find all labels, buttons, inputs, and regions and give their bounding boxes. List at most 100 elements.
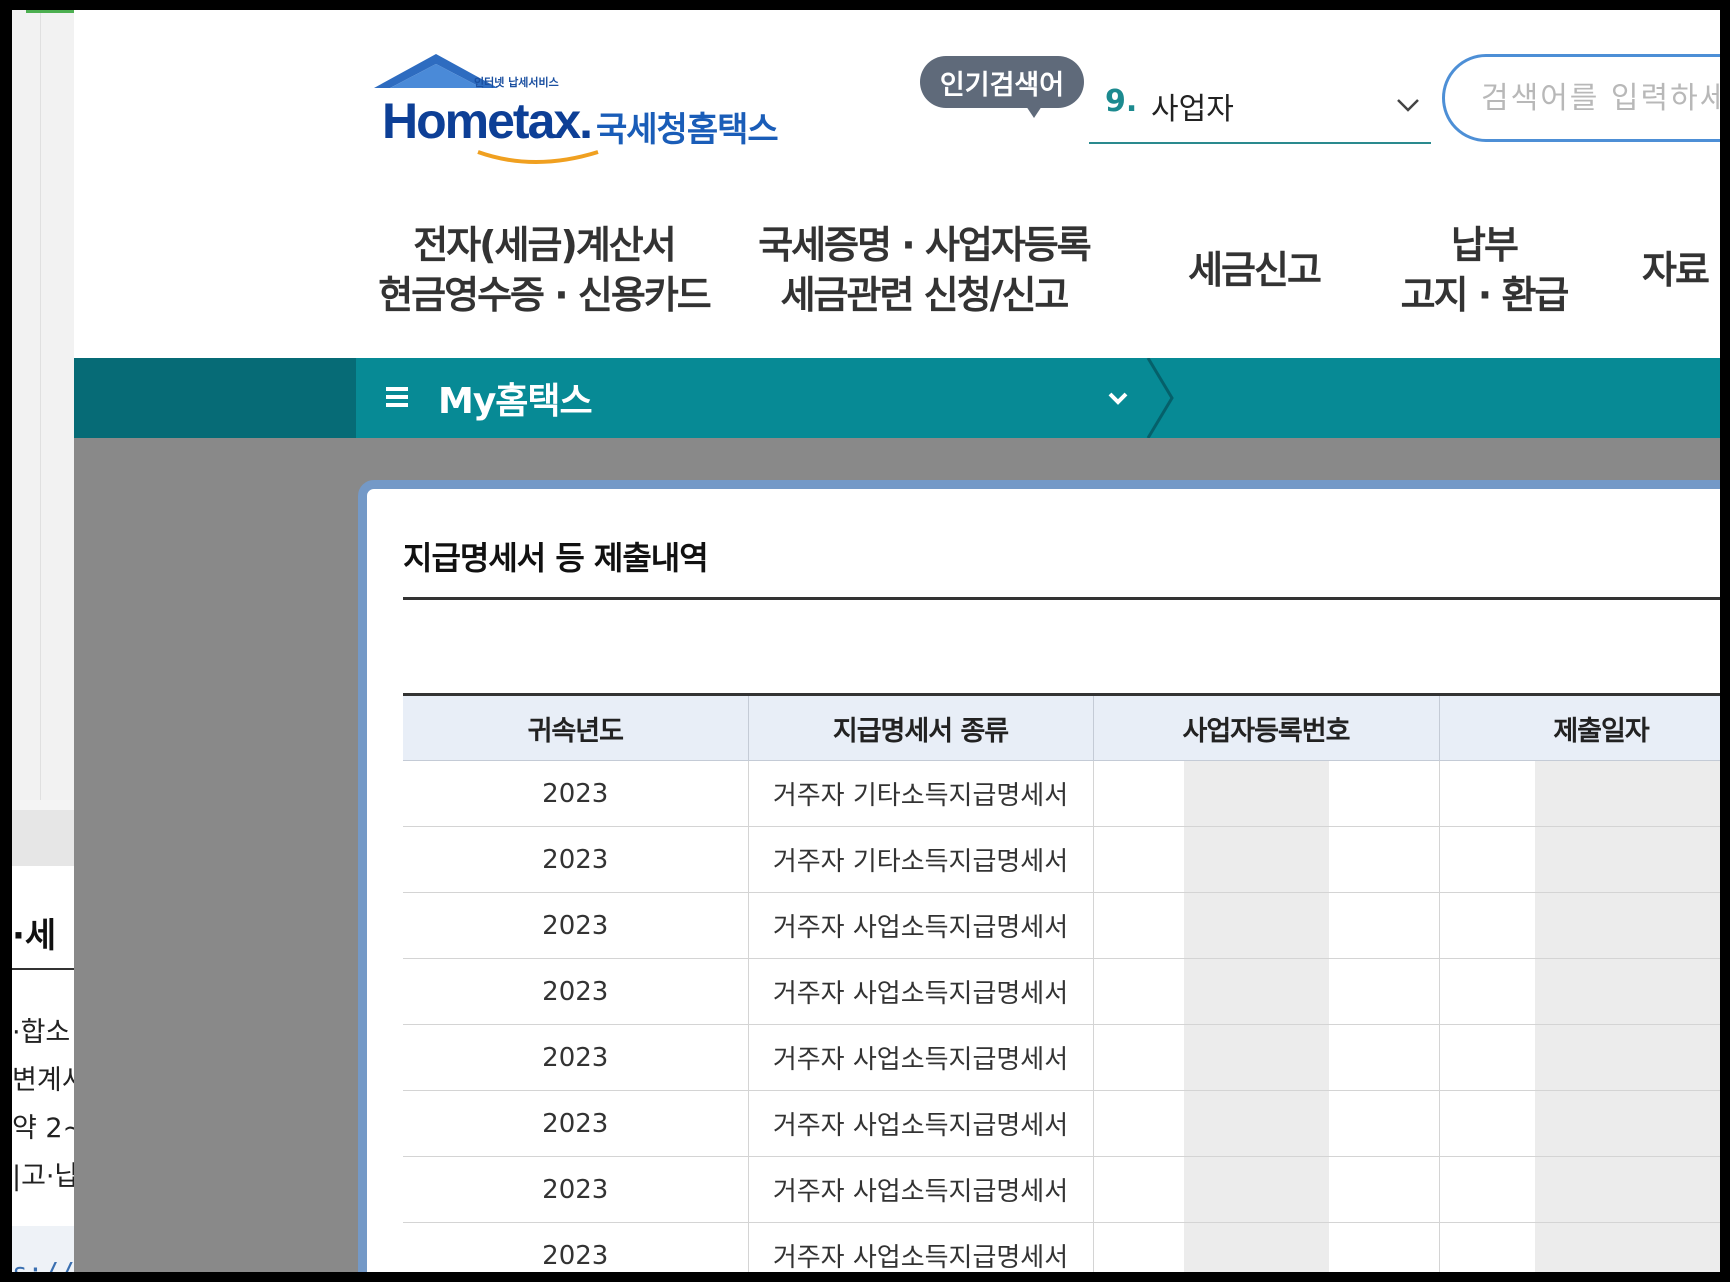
nav-item-certificates[interactable]: 국세증명 · 사업자등록 세금관련 신청/신고: [734, 220, 1114, 320]
cell-year: 2023: [403, 1090, 749, 1157]
table-header-row: 귀속년도 지급명세서 종류 사업자등록번호 제출일자: [403, 693, 1720, 761]
cell-year: 2023: [403, 760, 749, 827]
column-header-business-reg-number: 사업자등록번호: [1093, 693, 1440, 761]
table-row[interactable]: 2023 거주자 사업소득지급명세서: [403, 1222, 1720, 1272]
nav-item-payment[interactable]: 납부 고지 · 환급: [1374, 220, 1594, 320]
redaction-blur: [1183, 959, 1329, 1024]
redaction-blur: [1534, 827, 1720, 892]
table-row[interactable]: 2023 거주자 사업소득지급명세서: [403, 1090, 1720, 1157]
cell-statement-type: 거주자 기타소득지급명세서: [748, 760, 1094, 827]
menu-bar-shade: [74, 358, 356, 438]
cell-business-reg-number-redacted: [1093, 892, 1440, 959]
cell-business-reg-number-redacted: [1093, 1156, 1440, 1223]
background-heading-rule: [12, 968, 74, 970]
hamburger-menu-icon[interactable]: [384, 382, 412, 412]
background-panel: [12, 10, 74, 800]
redaction-blur: [1534, 959, 1720, 1024]
redaction-blur: [1534, 1223, 1720, 1272]
nav-item-label: 전자(세금)계산서: [413, 223, 676, 267]
nav-item-label: 고지 · 환급: [1400, 273, 1570, 317]
chevron-down-icon[interactable]: [1104, 384, 1132, 412]
screenshot-viewport: ·세 ·합소 변계서 약 2~ |고·납 s://v 인터넷 납세서비스 Hom…: [0, 0, 1730, 1282]
redaction-blur: [1183, 827, 1329, 892]
nav-item-tax-filing[interactable]: 세금신고: [1154, 245, 1354, 295]
cell-business-reg-number-redacted: [1093, 826, 1440, 893]
redaction-blur: [1183, 1157, 1329, 1222]
cell-business-reg-number-redacted: [1093, 1024, 1440, 1091]
cell-submit-date-redacted: [1439, 1156, 1720, 1223]
hometax-page: 인터넷 납세서비스 Hometax. 국세청홈택스 인기검색어 9. 사업자 전…: [74, 10, 1720, 1272]
redaction-blur: [1183, 893, 1329, 958]
cell-business-reg-number-redacted: [1093, 1222, 1440, 1272]
trending-term[interactable]: 사업자: [1151, 84, 1234, 128]
background-text-line: 약 2~: [12, 1113, 74, 1144]
cell-submit-date-redacted: [1439, 760, 1720, 827]
cell-year: 2023: [403, 958, 749, 1025]
dialog-title-rule: [403, 597, 1720, 600]
background-text-line: ·합소: [12, 1017, 71, 1048]
cell-statement-type: 거주자 기타소득지급명세서: [748, 826, 1094, 893]
column-header-statement-type: 지급명세서 종류: [748, 693, 1094, 761]
nav-item-e-invoice[interactable]: 전자(세금)계산서 현금영수증 · 신용카드: [354, 220, 734, 320]
redaction-blur: [1183, 1091, 1329, 1156]
redaction-blur: [1534, 893, 1720, 958]
background-text-line: 변계서: [12, 1065, 74, 1096]
hometax-logo[interactable]: 인터넷 납세서비스 Hometax. 국세청홈택스: [364, 50, 784, 164]
cell-submit-date-redacted: [1439, 1222, 1720, 1272]
table-row[interactable]: 2023 거주자 기타소득지급명세서: [403, 760, 1720, 827]
cell-statement-type: 거주자 사업소득지급명세서: [748, 1222, 1094, 1272]
cell-submit-date-redacted: [1439, 1090, 1720, 1157]
my-hometax-bar: My홈택스: [74, 358, 1720, 438]
trending-rank: 9.: [1105, 84, 1138, 119]
nav-item-label: 세금신고: [1188, 248, 1322, 292]
nav-item-data[interactable]: 자료: [1642, 245, 1720, 295]
trending-search-dropdown[interactable]: 9. 사업자: [1089, 70, 1431, 144]
cell-submit-date-redacted: [1439, 1024, 1720, 1091]
cell-statement-type: 거주자 사업소득지급명세서: [748, 1090, 1094, 1157]
background-accent-line: [26, 10, 74, 13]
column-header-submit-date: 제출일자: [1439, 693, 1720, 761]
table-row[interactable]: 2023 거주자 사업소득지급명세서: [403, 1024, 1720, 1091]
background-gray-band: [12, 810, 74, 866]
table-row[interactable]: 2023 거주자 사업소득지급명세서: [403, 1156, 1720, 1223]
table-row[interactable]: 2023 거주자 사업소득지급명세서: [403, 958, 1720, 1025]
nav-item-label: 납부: [1451, 223, 1519, 267]
dialog-title: 지급명세서 등 제출내역: [403, 539, 709, 577]
logo-brand-korean: 국세청홈택스: [596, 110, 779, 150]
cell-business-reg-number-redacted: [1093, 1090, 1440, 1157]
cell-year: 2023: [403, 892, 749, 959]
my-hometax-menu[interactable]: My홈택스: [438, 372, 593, 424]
redaction-blur: [1183, 1025, 1329, 1090]
logo-smile-icon: [477, 150, 599, 164]
cell-submit-date-redacted: [1439, 892, 1720, 959]
column-header-year: 귀속년도: [403, 693, 749, 761]
logo-brand: Hometax.: [382, 93, 593, 149]
logo-tagline: 인터넷 납세서비스: [474, 76, 559, 89]
cell-statement-type: 거주자 사업소득지급명세서: [748, 892, 1094, 959]
cell-year: 2023: [403, 826, 749, 893]
nav-item-label: 세금관련 신청/신고: [780, 273, 1070, 317]
table-row[interactable]: 2023 거주자 사업소득지급명세서: [403, 892, 1720, 959]
background-url[interactable]: s://v: [12, 1258, 74, 1272]
cell-statement-type: 거주자 사업소득지급명세서: [748, 958, 1094, 1025]
search-input[interactable]: [1442, 54, 1720, 142]
cell-submit-date-redacted: [1439, 826, 1720, 893]
cell-business-reg-number-redacted: [1093, 760, 1440, 827]
cell-submit-date-redacted: [1439, 958, 1720, 1025]
cell-year: 2023: [403, 1156, 749, 1223]
redaction-blur: [1534, 761, 1720, 826]
submission-history-dialog: 지급명세서 등 제출내역 귀속년도 지급명세서 종류 사업자등록번호 제출일자: [358, 480, 1720, 1272]
background-window: ·세 ·합소 변계서 약 2~ |고·납 s://v: [12, 10, 74, 1272]
nav-item-label: 현금영수증 · 신용카드: [378, 273, 712, 317]
cell-statement-type: 거주자 사업소득지급명세서: [748, 1156, 1094, 1223]
table-row[interactable]: 2023 거주자 기타소득지급명세서: [403, 826, 1720, 893]
screen-edge: [1720, 0, 1730, 1282]
submission-table: 귀속년도 지급명세서 종류 사업자등록번호 제출일자 2023 거주자 기타소득지…: [403, 693, 1720, 1272]
chevron-down-icon[interactable]: [1395, 92, 1421, 118]
background-text-line: |고·납: [12, 1161, 74, 1192]
cell-year: 2023: [403, 1024, 749, 1091]
cell-statement-type: 거주자 사업소득지급명세서: [748, 1024, 1094, 1091]
nav-item-label: 자료: [1642, 248, 1710, 292]
nav-item-label: 국세증명 · 사업자등록: [758, 223, 1092, 267]
redaction-blur: [1534, 1091, 1720, 1156]
